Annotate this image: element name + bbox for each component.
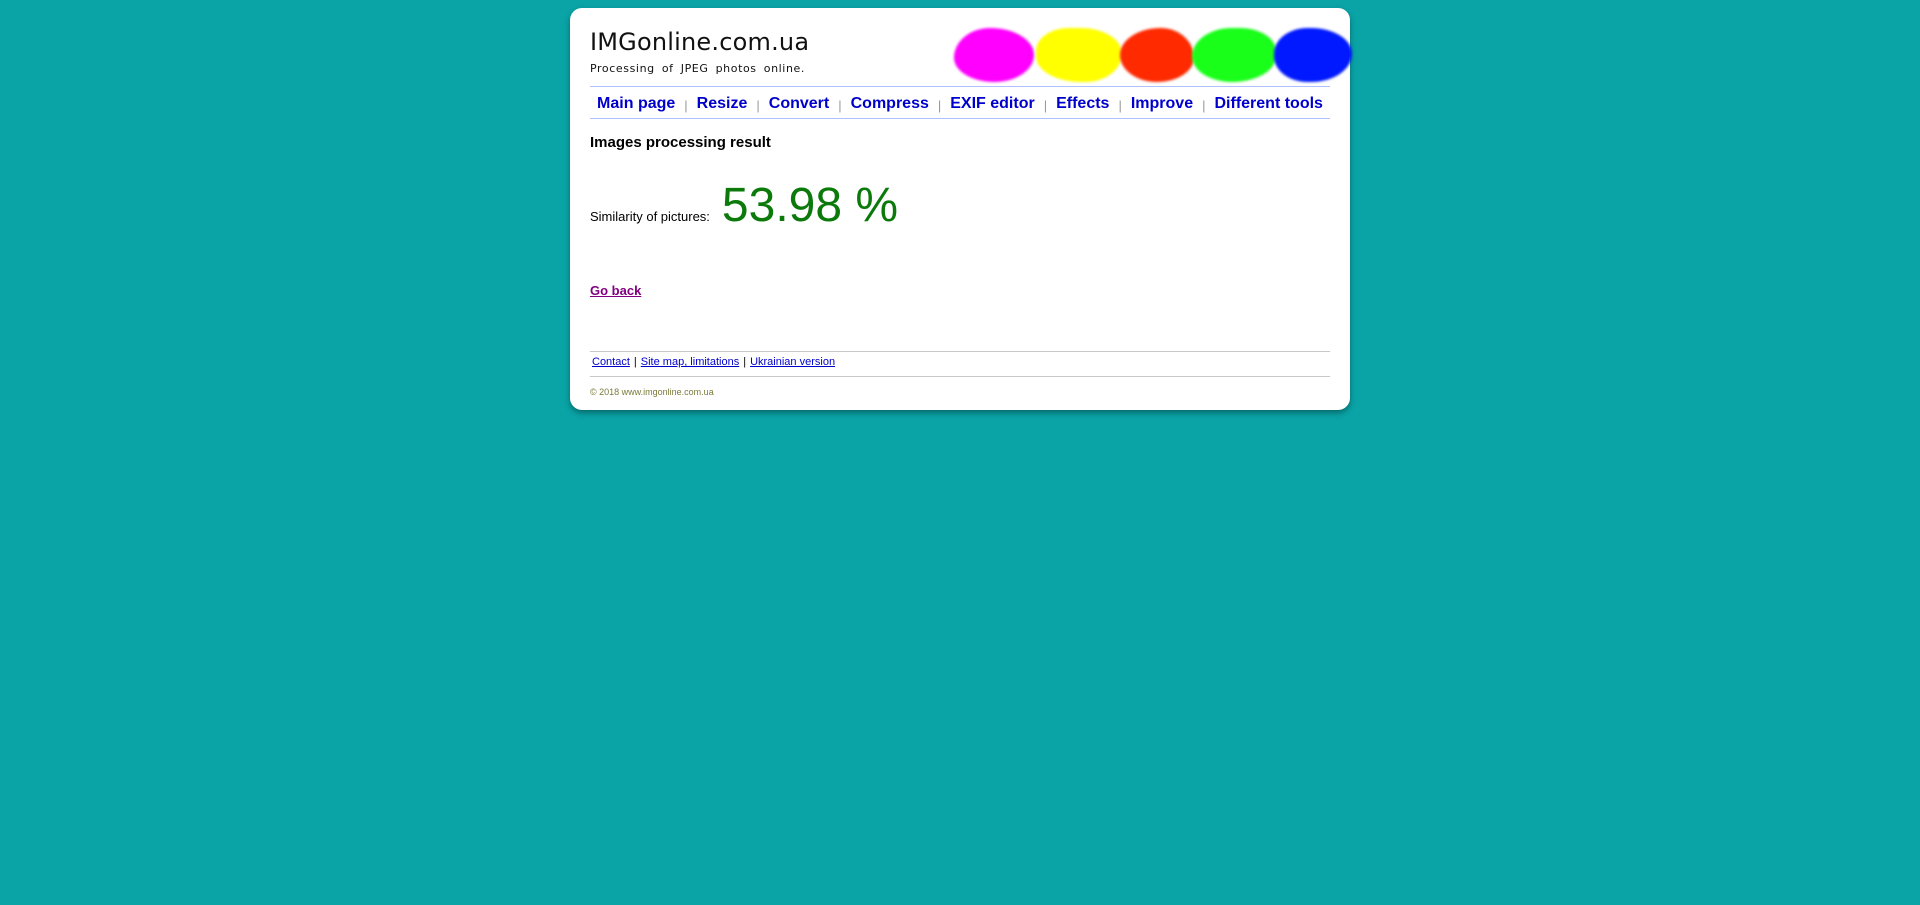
- main-nav: Main page | Resize | Convert | Compress …: [590, 92, 1330, 116]
- green-blob-icon: [1192, 28, 1276, 82]
- page-card: IMGonline.com.ua Processing of JPEG phot…: [570, 8, 1352, 410]
- footer-separator: |: [743, 356, 747, 368]
- go-back-link[interactable]: Go back: [590, 283, 641, 298]
- nav-effects[interactable]: Effects: [1056, 95, 1109, 113]
- result-heading: Images processing result: [590, 134, 771, 151]
- footer-separator: |: [633, 356, 637, 368]
- footer-sitemap-link[interactable]: Site map, limitations: [641, 356, 739, 368]
- nav-separator: |: [1118, 97, 1122, 113]
- nav-separator: |: [756, 97, 760, 113]
- copyright-text: © 2018 www.imgonline.com.ua: [590, 387, 714, 397]
- site-tagline: Processing of JPEG photos online.: [590, 62, 805, 75]
- nav-separator: |: [1202, 97, 1206, 113]
- nav-separator: |: [838, 97, 842, 113]
- blue-blob-icon: [1274, 28, 1352, 82]
- footer-divider-bottom: [590, 376, 1330, 377]
- footer-contact-link[interactable]: Contact: [592, 356, 630, 368]
- nav-compress[interactable]: Compress: [851, 95, 929, 113]
- site-title[interactable]: IMGonline.com.ua: [590, 28, 809, 56]
- nav-separator: |: [684, 97, 688, 113]
- nav-main-page[interactable]: Main page: [597, 95, 675, 113]
- nav-convert[interactable]: Convert: [769, 95, 829, 113]
- yellow-blob-icon: [1036, 28, 1122, 82]
- site-header: IMGonline.com.ua Processing of JPEG phot…: [590, 28, 1352, 86]
- nav-different-tools[interactable]: Different tools: [1214, 95, 1322, 113]
- nav-improve[interactable]: Improve: [1131, 95, 1193, 113]
- nav-separator: |: [1043, 97, 1048, 113]
- color-blobs-logo-icon: [954, 24, 1354, 86]
- nav-divider-bottom: [590, 118, 1330, 119]
- similarity-value: 53.98 %: [721, 179, 899, 232]
- similarity-result: Similarity of pictures: 53.98 %: [590, 178, 898, 238]
- red-blob-icon: [1120, 28, 1194, 82]
- magenta-blob-icon: [954, 28, 1034, 82]
- footer-links: Contact | Site map, limitations | Ukrainian …: [592, 356, 835, 368]
- footer-divider-top: [590, 351, 1330, 352]
- nav-resize[interactable]: Resize: [697, 95, 748, 113]
- footer-ukrainian-version-link[interactable]: Ukrainian version: [750, 356, 835, 368]
- nav-exif-editor[interactable]: EXIF editor: [950, 95, 1034, 113]
- nav-divider-top: [590, 86, 1330, 87]
- similarity-label: Similarity of pictures:: [590, 209, 710, 224]
- nav-separator: |: [937, 97, 942, 113]
